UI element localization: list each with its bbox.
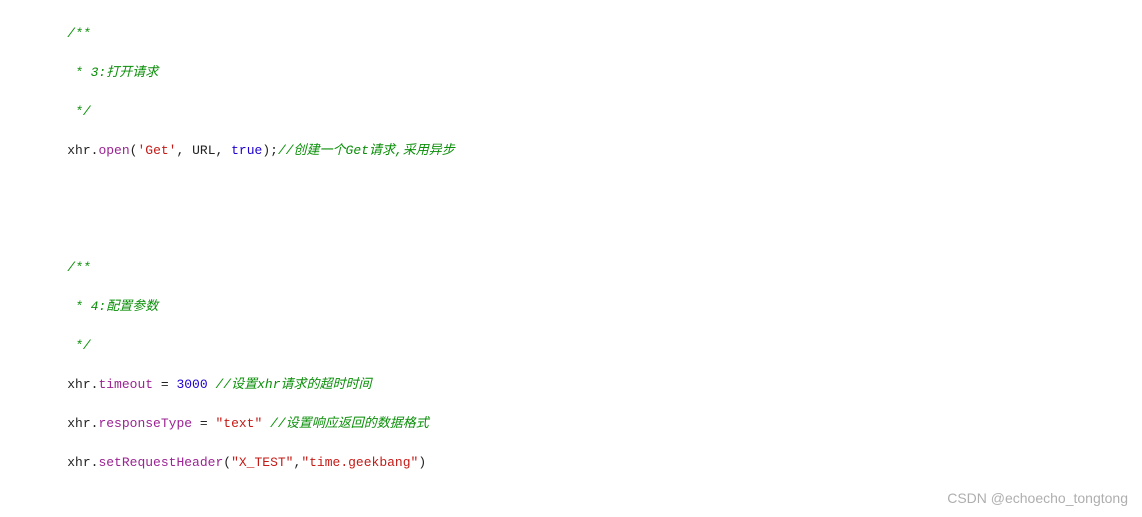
comment-line: */ [36,102,1132,122]
comment-line: * 4:配置参数 [36,297,1132,317]
code-line-timeout: xhr.timeout = 3000 //设置xhr请求的超时时间 [36,375,1132,395]
code-editor: /** * 3:打开请求 */ xhr.open('Get', URL, tru… [0,0,1142,517]
code-line-open: xhr.open('Get', URL, true);//创建一个Get请求,采… [36,141,1132,161]
comment-line: */ [36,336,1132,356]
blank-line [36,492,1132,512]
code-line-responsetype: xhr.responseType = "text" //设置响应返回的数据格式 [36,414,1132,434]
code-line-setheader: xhr.setRequestHeader("X_TEST","time.geek… [36,453,1132,473]
blank-line [36,219,1132,239]
comment-line: * 3:打开请求 [36,63,1132,83]
comment-line: /** [36,24,1132,44]
blank-line [36,180,1132,200]
comment-line: /** [36,258,1132,278]
